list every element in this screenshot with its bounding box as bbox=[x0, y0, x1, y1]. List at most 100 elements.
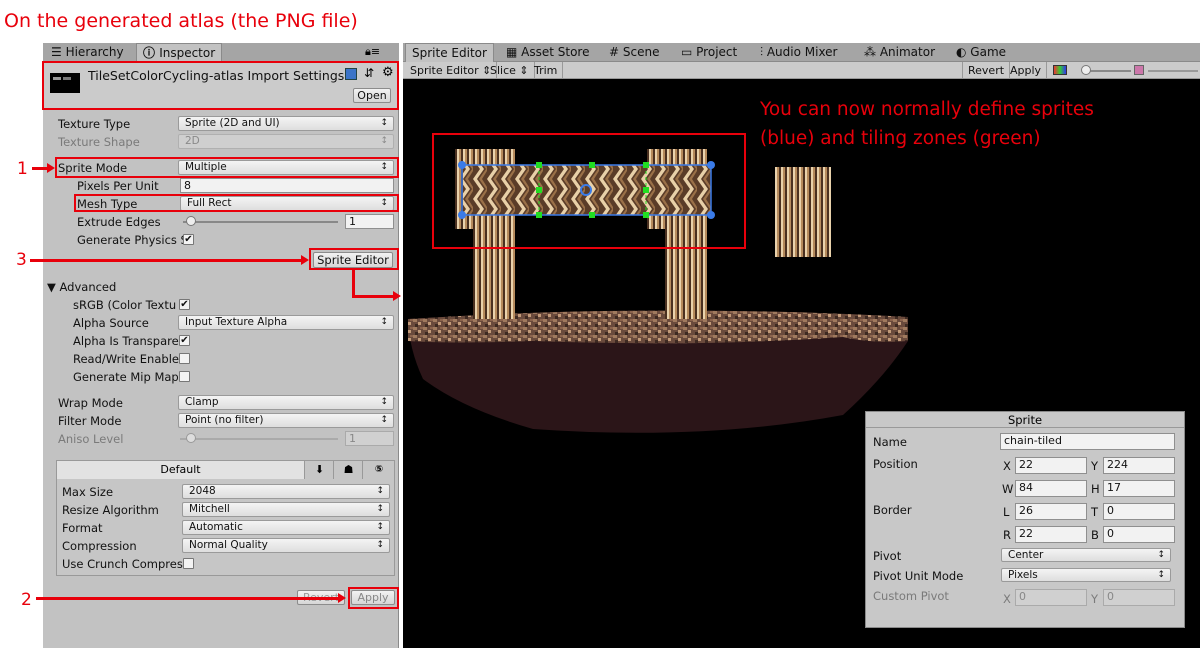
readwrite-checkbox[interactable] bbox=[179, 353, 190, 364]
srgb-checkbox[interactable]: ✔ bbox=[179, 299, 190, 310]
border-b-field[interactable]: 0 bbox=[1103, 526, 1175, 543]
arrow-head-icon bbox=[301, 255, 309, 265]
highlight-sprite-rect bbox=[432, 133, 746, 249]
platform-tab-default[interactable]: Default bbox=[57, 461, 305, 479]
trim-button[interactable]: Trim bbox=[529, 62, 564, 79]
custom-x-label: X bbox=[1003, 592, 1011, 606]
texture-type-dropdown[interactable]: Sprite (2D and UI) bbox=[178, 116, 394, 131]
format-dropdown[interactable]: Automatic bbox=[182, 520, 390, 535]
extrude-slider-handle[interactable] bbox=[186, 216, 196, 226]
custom-pivot-y-field: 0 bbox=[1103, 589, 1175, 606]
highlight-apply-button bbox=[348, 587, 399, 609]
tab-asset-store[interactable]: ▦ Asset Store bbox=[500, 43, 596, 62]
editor-apply-button[interactable]: Apply bbox=[1005, 62, 1048, 79]
pivot-unit-dropdown[interactable]: Pixels bbox=[1001, 568, 1171, 582]
wrap-mode-dropdown[interactable]: Clamp bbox=[178, 395, 394, 410]
annotation-arrow-1 bbox=[32, 167, 48, 170]
border-t-field[interactable]: 0 bbox=[1103, 503, 1175, 520]
annotation-arrow-2 bbox=[36, 597, 339, 600]
tab-animator[interactable]: ⁂ Animator bbox=[858, 43, 941, 62]
arrow-head-icon bbox=[393, 291, 401, 301]
sprite-editor-toolbar: Sprite Editor ⇕ Slice ⇕ Trim Revert Appl… bbox=[403, 62, 1200, 79]
highlight-header bbox=[42, 61, 399, 110]
pivot-label: Pivot bbox=[873, 549, 902, 563]
width-field[interactable]: 84 bbox=[1015, 480, 1087, 497]
mip-icon[interactable] bbox=[1134, 65, 1144, 75]
scene-icon: # bbox=[609, 45, 623, 59]
zoom-slider-handle[interactable] bbox=[1081, 65, 1091, 75]
tab-game[interactable]: ◐ Game bbox=[950, 43, 1012, 62]
h-label: H bbox=[1091, 482, 1100, 496]
sprite-panel-title: Sprite bbox=[866, 412, 1184, 428]
advanced-foldout[interactable]: ▼ Advanced bbox=[47, 280, 116, 294]
color-channel-icon[interactable] bbox=[1053, 65, 1067, 75]
alpha-source-dropdown[interactable]: Input Texture Alpha bbox=[178, 315, 394, 330]
annotation-arrow-editor bbox=[352, 270, 355, 297]
x-label: X bbox=[1003, 459, 1011, 473]
custom-pivot-label: Custom Pivot bbox=[873, 589, 949, 603]
game-icon: ◐ bbox=[956, 45, 971, 59]
texture-shape-dropdown: 2D bbox=[178, 134, 394, 149]
highlight-sprite-editor-button bbox=[309, 248, 399, 270]
crunch-label: Use Crunch Compres bbox=[62, 557, 183, 571]
compression-label: Compression bbox=[62, 539, 137, 553]
resize-dropdown[interactable]: Mitchell bbox=[182, 502, 390, 517]
editor-revert-button[interactable]: Revert bbox=[962, 62, 1011, 79]
mipmaps-checkbox[interactable] bbox=[179, 371, 190, 382]
readwrite-label: Read/Write Enable bbox=[73, 352, 179, 366]
annotation-title: On the generated atlas (the PNG file) bbox=[4, 10, 358, 32]
highlight-sprite-mode bbox=[55, 157, 399, 178]
annotation-number-2: 2 bbox=[21, 590, 32, 610]
border-l-field[interactable]: 26 bbox=[1015, 503, 1087, 520]
extrude-slider[interactable] bbox=[183, 221, 338, 223]
pillar-right bbox=[775, 167, 831, 257]
border-label: Border bbox=[873, 503, 912, 517]
border-r-field[interactable]: 22 bbox=[1015, 526, 1087, 543]
platform-html5-icon[interactable]: ⑤ bbox=[364, 461, 394, 479]
mip-slider[interactable] bbox=[1148, 70, 1198, 72]
platform-android-icon[interactable]: ☗ bbox=[335, 461, 363, 479]
tab-project[interactable]: ▭ Project bbox=[675, 43, 743, 62]
b-label: B bbox=[1091, 528, 1099, 542]
name-label: Name bbox=[873, 435, 907, 449]
filter-mode-label: Filter Mode bbox=[58, 414, 122, 428]
resize-label: Resize Algorithm bbox=[62, 503, 159, 517]
aniso-slider-handle bbox=[186, 433, 196, 443]
lock-menu-icon[interactable]: 🔒︎≡ bbox=[365, 45, 380, 59]
annotation-arrow-3 bbox=[30, 259, 302, 262]
position-y-field[interactable]: 224 bbox=[1103, 457, 1175, 474]
hierarchy-icon: ☰ bbox=[51, 45, 66, 59]
aniso-label: Aniso Level bbox=[58, 432, 124, 446]
ppu-field[interactable]: 8 bbox=[180, 178, 394, 193]
tab-hierarchy[interactable]: ☰ Hierarchy bbox=[45, 43, 130, 62]
r-label: R bbox=[1003, 528, 1011, 542]
filter-mode-dropdown[interactable]: Point (no filter) bbox=[178, 413, 394, 428]
srgb-label: sRGB (Color Textu bbox=[73, 298, 177, 312]
position-x-field[interactable]: 22 bbox=[1015, 457, 1087, 474]
mode-dropdown[interactable]: Sprite Editor ⇕ bbox=[405, 62, 498, 79]
animator-icon: ⁂ bbox=[864, 45, 880, 59]
slice-dropdown[interactable]: Slice ⇕ bbox=[485, 62, 535, 79]
sprite-name-field[interactable]: chain-tiled bbox=[1000, 433, 1175, 450]
format-label: Format bbox=[62, 521, 103, 535]
extrude-label: Extrude Edges bbox=[77, 215, 161, 229]
inspector-tabbar: ☰ Hierarchy ⓘ Inspector 🔒︎≡ bbox=[43, 43, 399, 62]
compression-dropdown[interactable]: Normal Quality bbox=[182, 538, 390, 553]
extrude-field[interactable]: 1 bbox=[345, 214, 394, 229]
texture-type-label: Texture Type bbox=[58, 117, 131, 131]
custom-y-label: Y bbox=[1091, 592, 1099, 606]
tab-sprite-editor[interactable]: Sprite Editor bbox=[405, 43, 494, 62]
platform-standalone-icon[interactable]: ⬇ bbox=[306, 461, 334, 479]
alpha-transparency-checkbox[interactable]: ✔ bbox=[179, 335, 190, 346]
tab-scene[interactable]: # Scene bbox=[603, 43, 665, 62]
foldout-arrow-icon: ▼ bbox=[47, 280, 60, 294]
crunch-checkbox[interactable] bbox=[183, 558, 194, 569]
max-size-dropdown[interactable]: 2048 bbox=[182, 484, 390, 499]
height-field[interactable]: 17 bbox=[1103, 480, 1175, 497]
folder-icon: ▭ bbox=[681, 45, 697, 59]
tab-audio-mixer[interactable]: ⫶ Audio Mixer bbox=[754, 43, 844, 62]
gen-physics-checkbox[interactable]: ✔ bbox=[183, 234, 194, 245]
alpha-transparency-label: Alpha Is Transpare bbox=[73, 334, 179, 348]
tab-inspector[interactable]: ⓘ Inspector bbox=[136, 43, 223, 62]
pivot-dropdown[interactable]: Center bbox=[1001, 548, 1171, 562]
